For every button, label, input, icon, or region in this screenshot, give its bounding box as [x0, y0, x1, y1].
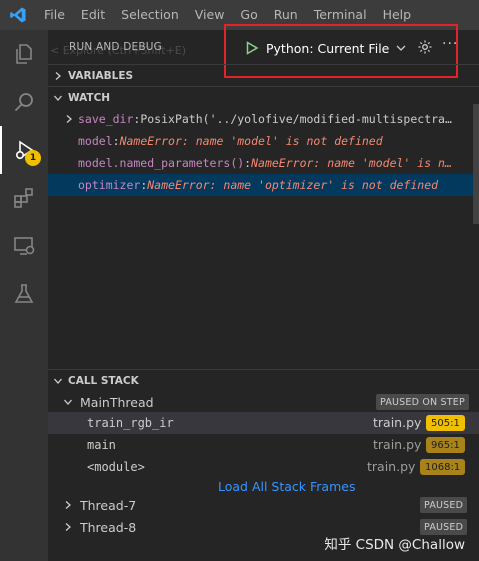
stack-frame[interactable]: main train.py 965:1: [48, 434, 479, 456]
frame-file: train.py: [373, 415, 422, 430]
testing-flask-icon[interactable]: [0, 270, 48, 318]
watch-item-selected[interactable]: optimizer: NameError: name 'optimizer' i…: [48, 174, 473, 196]
menu-edit[interactable]: Edit: [73, 0, 113, 30]
call-stack-label: CALL STACK: [68, 374, 139, 387]
chevron-right-icon: [62, 499, 74, 511]
watch-scrollbar[interactable]: [473, 104, 479, 224]
watch-error-value: NameError: name 'model' is not defined: [119, 134, 383, 148]
activity-bar: 1: [0, 30, 48, 561]
launch-config-label: Python: Current File: [266, 40, 390, 56]
frame-file: train.py: [367, 459, 416, 474]
run-and-debug-icon[interactable]: 1: [0, 126, 48, 174]
chevron-down-icon: [48, 87, 68, 109]
stack-frame[interactable]: <module> train.py 1068:1: [48, 456, 479, 478]
variables-section-header[interactable]: VARIABLES: [48, 64, 479, 86]
frame-name: train_rgb_ir: [87, 416, 174, 430]
watch-expression: model: [78, 134, 113, 148]
watch-item[interactable]: model.named_parameters(): NameError: nam…: [48, 152, 473, 174]
chevron-right-icon: [62, 521, 74, 533]
frame-name: <module>: [87, 460, 145, 474]
watch-section-header[interactable]: WATCH: [48, 86, 479, 108]
thread-name: Thread-7: [80, 497, 137, 513]
watch-error-value: NameError: name 'optimizer' is not defin…: [147, 178, 439, 192]
menu-file[interactable]: File: [36, 0, 73, 30]
watch-item[interactable]: save_dir: PosixPath('../yolofive/modifie…: [48, 108, 473, 130]
call-stack-section-header[interactable]: CALL STACK: [48, 369, 479, 391]
thread-row[interactable]: Thread-7 PAUSED: [48, 494, 479, 516]
line-badge: 1068:1: [420, 459, 466, 475]
run-and-debug-title: RUN AND DEBUG: [69, 41, 162, 53]
search-icon[interactable]: [0, 78, 48, 126]
watermark: 知乎 CSDN @Challow: [324, 533, 465, 553]
menu-selection[interactable]: Selection: [113, 0, 187, 30]
chevron-down-icon: [395, 42, 407, 54]
variables-label: VARIABLES: [68, 69, 134, 82]
thread-name: Thread-8: [80, 519, 137, 535]
line-badge: 505:1: [426, 415, 465, 431]
thread-main[interactable]: MainThread PAUSED ON STEP: [48, 391, 479, 413]
thread-name: MainThread: [80, 394, 154, 410]
stack-frame-selected[interactable]: train_rgb_ir train.py 505:1: [48, 412, 479, 434]
vscode-logo-icon: [0, 0, 36, 30]
remote-explorer-icon[interactable]: [0, 222, 48, 270]
watch-expression: optimizer: [78, 178, 141, 192]
watermark-prefix: 知乎: [324, 537, 356, 553]
watch-label: WATCH: [68, 91, 111, 104]
status-badge: PAUSED: [420, 497, 468, 513]
watermark-text: CSDN @Challow: [355, 537, 465, 553]
gear-icon[interactable]: [417, 39, 433, 55]
frame-file: train.py: [373, 437, 422, 452]
chevron-right-icon[interactable]: [48, 108, 78, 130]
chevron-down-icon: [48, 370, 68, 392]
debug-badge: 1: [25, 150, 41, 166]
watch-value: PosixPath('../yolofive/modified-multispe…: [140, 112, 452, 126]
debug-header: < Explore (Ctrl+Shift+E) RUN AND DEBUG P…: [48, 24, 479, 78]
watch-expression: model.named_parameters(): [78, 156, 245, 170]
load-all-stack-frames-link[interactable]: Load All Stack Frames: [218, 479, 355, 494]
status-badge: PAUSED ON STEP: [376, 394, 469, 410]
line-badge: 965:1: [426, 437, 465, 453]
watch-error-value: NameError: name 'model' is n…: [251, 156, 452, 170]
frame-name: main: [87, 438, 116, 452]
chevron-right-icon: [48, 65, 68, 87]
more-actions-icon[interactable]: ···: [442, 36, 458, 52]
debug-sidebar: < Explore (Ctrl+Shift+E) RUN AND DEBUG P…: [48, 24, 479, 561]
watch-expression: save_dir: [78, 112, 134, 126]
watch-item[interactable]: model: NameError: name 'model' is not de…: [48, 130, 473, 152]
chevron-down-icon: [62, 396, 74, 408]
explorer-icon[interactable]: [0, 30, 48, 78]
extensions-icon[interactable]: [0, 174, 48, 222]
launch-config-select[interactable]: Python: Current File: [244, 37, 408, 59]
start-debugging-icon[interactable]: [244, 40, 260, 56]
